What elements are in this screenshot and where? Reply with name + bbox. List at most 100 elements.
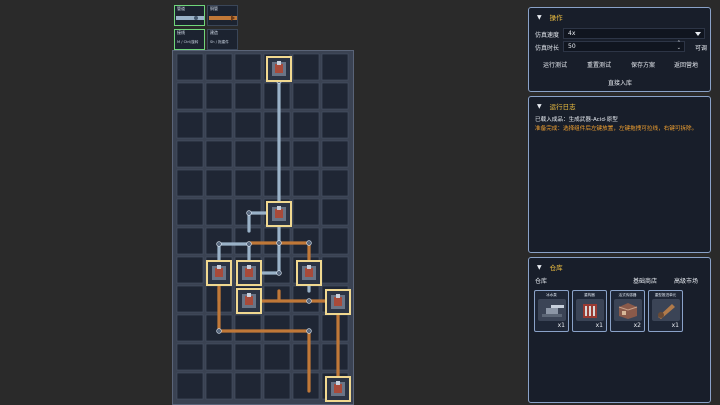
warehouse-slot-1[interactable]: 冰水泵 x1 (534, 290, 569, 332)
grid-cell[interactable] (176, 343, 204, 371)
palette-wire-label: 接线 (177, 30, 185, 35)
stepper-icon[interactable]: ⌃ ⌄ (677, 41, 681, 51)
collapse-icon[interactable]: ▼ (537, 103, 542, 110)
component-module[interactable] (296, 260, 322, 286)
run-test-button[interactable]: 运行测试 (543, 60, 567, 69)
grid-cell[interactable] (263, 140, 291, 168)
speed-label: 仿真速度 (535, 32, 560, 39)
speed-select[interactable]: 4x (563, 28, 705, 39)
collapse-icon[interactable]: ▼ (537, 264, 542, 271)
grid-canvas[interactable] (173, 51, 355, 405)
grid-cell[interactable] (321, 343, 349, 371)
grid-cell[interactable] (292, 227, 320, 255)
grid-cell[interactable] (234, 111, 262, 139)
grid-cell[interactable] (292, 343, 320, 371)
grid-cell[interactable] (292, 82, 320, 110)
warehouse-header[interactable]: ▼ 仓库 (529, 258, 710, 276)
grid-cell[interactable] (292, 198, 320, 226)
component-module[interactable] (325, 289, 351, 315)
duration-input[interactable]: 50 ⌃ ⌄ (563, 41, 685, 52)
grid-cell[interactable] (292, 140, 320, 168)
pipe-joint (306, 328, 312, 334)
grid-cell[interactable] (321, 314, 349, 342)
tab-advanced-market[interactable]: 高级市场 (674, 276, 698, 285)
component-module[interactable] (236, 260, 262, 286)
grid-cell[interactable] (234, 169, 262, 197)
grid-cell[interactable] (321, 227, 349, 255)
grid-cell[interactable] (205, 169, 233, 197)
grid-cell[interactable] (234, 343, 262, 371)
grid-cell[interactable] (263, 111, 291, 139)
grid-cell[interactable] (176, 140, 204, 168)
grid-cell[interactable] (176, 169, 204, 197)
palette-wire[interactable]: 接线 M / Ctrl/旋转 (174, 29, 205, 50)
component-module[interactable] (266, 201, 292, 227)
grid-cell[interactable] (321, 82, 349, 110)
grid-cell[interactable] (321, 140, 349, 168)
grid-cell[interactable] (263, 256, 291, 284)
grid-cell[interactable] (292, 285, 320, 313)
grid-cell[interactable] (176, 53, 204, 81)
grid-cell[interactable] (321, 53, 349, 81)
palette-pipe[interactable]: 管道 (174, 5, 205, 26)
store-direct-button[interactable]: 直接入库 (608, 78, 632, 87)
game-screen: 管道 铜管 接线 M / Ctrl/旋转 建造 Sh / 拖建件 ▼ 操作 仿真… (0, 0, 720, 405)
collapse-icon[interactable]: ▼ (537, 14, 542, 21)
grid-cell[interactable] (263, 372, 291, 400)
return-camp-button[interactable]: 返回营地 (674, 60, 698, 69)
grid-cell[interactable] (176, 227, 204, 255)
log-panel: ▼ 运行日志 已载入成品：生成武器-Acid·原型 准备完成：选择组件后左键放置… (528, 96, 711, 253)
steel-pipe-icon (176, 16, 204, 20)
slot-2-count: x1 (595, 322, 603, 329)
save-plan-button[interactable]: 保存方案 (631, 60, 655, 69)
warehouse-slot-3[interactable]: 活式传感器 x2 (610, 290, 645, 332)
grid-cell[interactable] (263, 343, 291, 371)
grid-cell[interactable] (176, 198, 204, 226)
grid-cell[interactable] (205, 343, 233, 371)
grid-cell[interactable] (205, 198, 233, 226)
grid-cell[interactable] (263, 285, 291, 313)
grid-cell[interactable] (292, 111, 320, 139)
grid-cell[interactable] (321, 256, 349, 284)
grid-cell[interactable] (205, 111, 233, 139)
reset-test-button[interactable]: 重置测试 (587, 60, 611, 69)
grid-cell[interactable] (263, 169, 291, 197)
grid-cell[interactable] (321, 111, 349, 139)
grid-cell[interactable] (176, 285, 204, 313)
grid-cell[interactable] (176, 372, 204, 400)
grid-cell[interactable] (234, 140, 262, 168)
grid-cell[interactable] (205, 53, 233, 81)
grid-cell[interactable] (263, 227, 291, 255)
grid-cell[interactable] (205, 82, 233, 110)
grid-cell[interactable] (292, 169, 320, 197)
tab-basic-shop[interactable]: 基础商店 (633, 276, 657, 285)
grid-cell[interactable] (176, 111, 204, 139)
grid-cell[interactable] (234, 53, 262, 81)
grid-cell[interactable] (263, 82, 291, 110)
grid-cell[interactable] (234, 372, 262, 400)
log-header[interactable]: ▼ 运行日志 (529, 97, 710, 115)
component-module[interactable] (206, 260, 232, 286)
grid-cell[interactable] (205, 140, 233, 168)
palette-copper[interactable]: 铜管 (207, 5, 238, 26)
grid-cell[interactable] (234, 314, 262, 342)
grid-cell[interactable] (176, 82, 204, 110)
palette-build[interactable]: 建造 Sh / 拖建件 (207, 29, 238, 50)
grid-cell[interactable] (263, 314, 291, 342)
grid-cell[interactable] (176, 256, 204, 284)
warehouse-slot-4[interactable]: 重型推进单元 x1 (648, 290, 683, 332)
grid-cell[interactable] (176, 314, 204, 342)
component-module[interactable] (266, 56, 292, 82)
grid-cell[interactable] (321, 198, 349, 226)
grid-cell[interactable] (234, 82, 262, 110)
grid-cell[interactable] (321, 169, 349, 197)
grid-cell[interactable] (205, 372, 233, 400)
build-grid[interactable] (172, 50, 354, 405)
component-module[interactable] (325, 376, 351, 402)
grid-cell[interactable] (292, 53, 320, 81)
grid-cell[interactable] (292, 314, 320, 342)
operations-header[interactable]: ▼ 操作 (529, 8, 710, 26)
grid-cell[interactable] (292, 372, 320, 400)
component-module[interactable] (236, 288, 262, 314)
warehouse-slot-2[interactable]: 重构器 x1 (572, 290, 607, 332)
